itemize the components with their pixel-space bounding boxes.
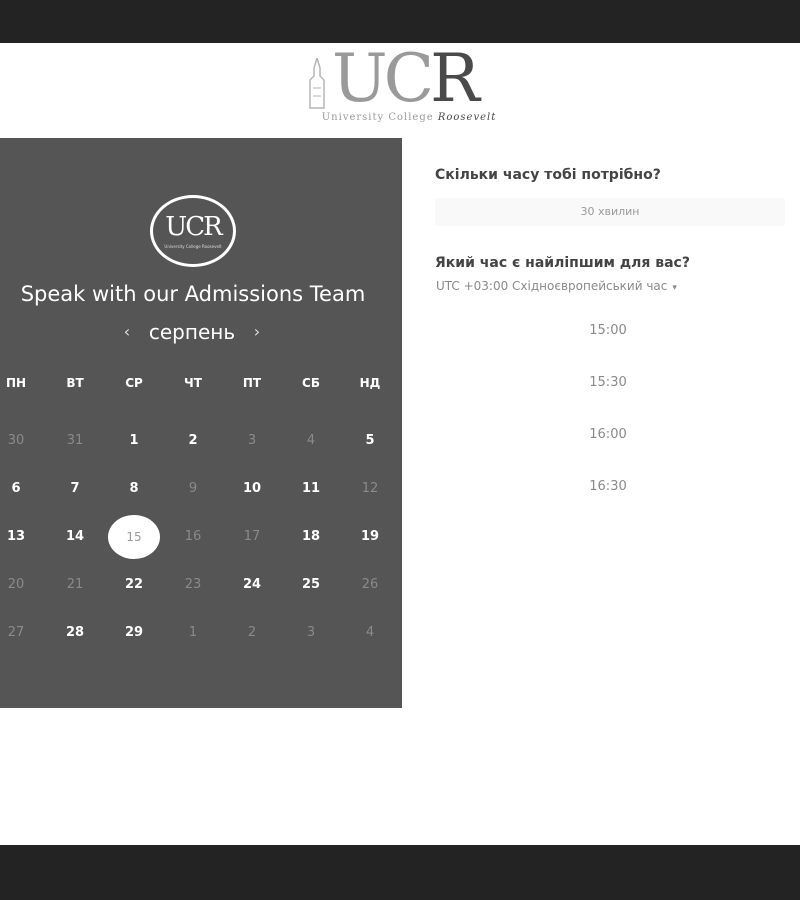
day-cell[interactable]: 28 [55, 623, 95, 643]
time-question: Який час є найліпшим для вас? [435, 255, 690, 271]
day-cell[interactable]: 24 [232, 575, 272, 595]
day-cell[interactable]: 1 [114, 431, 154, 451]
day-cell: 20 [7, 577, 25, 592]
timezone-select[interactable]: UTC +03:00 Східноєвропейський час ▾ [436, 279, 677, 293]
day-cell[interactable]: 11 [291, 479, 331, 499]
day-cell[interactable]: 14 [55, 527, 95, 547]
day-cell: 31 [66, 433, 84, 448]
caret-down-icon: ▾ [672, 283, 677, 293]
day-cell: 3 [247, 433, 257, 448]
day-cell: 9 [188, 481, 198, 496]
day-cell-selected[interactable]: 15 [108, 515, 160, 559]
day-cell: 21 [66, 577, 84, 592]
day-cell: 17 [243, 529, 261, 544]
day-cell: 23 [184, 577, 202, 592]
time-slot-button[interactable]: 15:00 [560, 319, 656, 343]
day-cell: 27 [7, 625, 25, 640]
logo-subtitle: University College Roosevelt [321, 112, 497, 123]
duration-select[interactable]: 30 хвилин [435, 198, 785, 226]
day-cell: 30 [7, 433, 25, 448]
calendar-grid: 30 31 1 2 3 4 5 6 7 8 9 10 11 12 13 14 15 16 17 18 19 20 21 22 2… [0, 138, 402, 708]
day-cell: 1 [188, 625, 198, 640]
day-cell[interactable]: 5 [350, 431, 390, 451]
day-cell[interactable]: 6 [0, 479, 36, 499]
day-cell: 4 [365, 625, 375, 640]
time-slot-button[interactable]: 16:00 [560, 423, 656, 447]
day-cell[interactable]: 19 [350, 527, 390, 547]
duration-question: Скільки часу тобі потрібно? [435, 167, 661, 183]
day-cell: 16 [184, 529, 202, 544]
ucr-logo: UCR University College Roosevelt [300, 46, 500, 128]
day-cell[interactable]: 2 [173, 431, 213, 451]
time-slot-button[interactable]: 15:30 [560, 371, 656, 395]
top-bar [0, 0, 800, 43]
logo-wordmark: UCR [332, 40, 480, 117]
bottom-bar [0, 845, 800, 900]
calendar-panel: UCR University College Roosevelt Speak w… [0, 138, 402, 708]
day-cell: 4 [306, 433, 316, 448]
timezone-label: UTC +03:00 Східноєвропейський час [436, 279, 668, 293]
tower-icon [309, 58, 325, 109]
day-cell[interactable]: 8 [114, 479, 154, 499]
day-cell: 26 [361, 577, 379, 592]
day-cell[interactable]: 18 [291, 527, 331, 547]
day-cell[interactable]: 25 [291, 575, 331, 595]
day-cell: 3 [306, 625, 316, 640]
day-cell[interactable]: 7 [55, 479, 95, 499]
day-cell[interactable]: 10 [232, 479, 272, 499]
day-cell[interactable]: 13 [0, 527, 36, 547]
day-cell[interactable]: 22 [114, 575, 154, 595]
day-cell: 2 [247, 625, 257, 640]
day-cell[interactable]: 29 [114, 623, 154, 643]
time-slot-button[interactable]: 16:30 [560, 475, 656, 499]
day-cell: 12 [361, 481, 379, 496]
